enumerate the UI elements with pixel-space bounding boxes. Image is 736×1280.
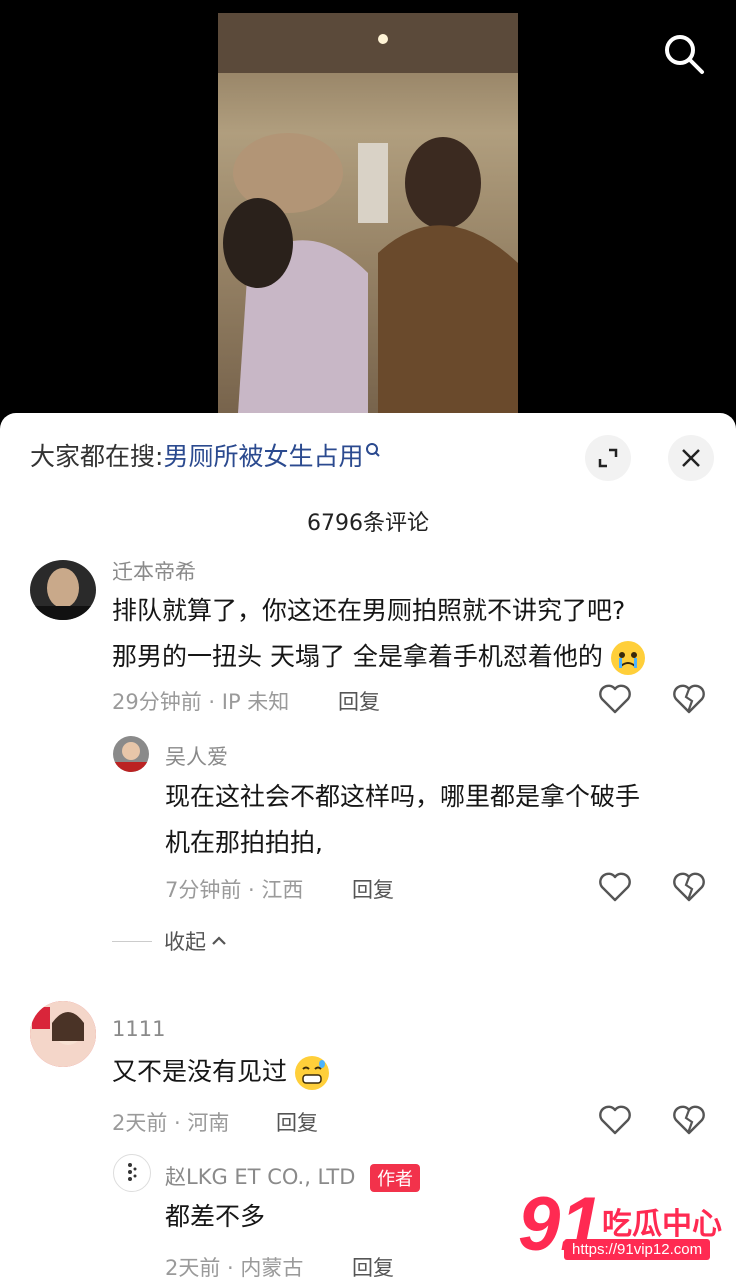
like-button[interactable] (598, 1103, 632, 1137)
close-icon (682, 449, 700, 467)
expand-icon (598, 448, 618, 468)
divider (112, 940, 152, 942)
comment-text-line-content: 那男的一扭头 天塌了 全是拿着手机怼着他的 (112, 642, 603, 671)
search-small-icon (366, 443, 381, 457)
chevron-up-icon (212, 936, 226, 945)
broken-heart-icon (673, 684, 705, 714)
video-thumbnail (218, 13, 518, 413)
expand-button[interactable] (585, 435, 631, 481)
search-icon (665, 35, 704, 74)
broken-heart-icon (673, 872, 705, 902)
broken-heart-icon (673, 1105, 705, 1135)
sweat-smile-emoji-icon (294, 1056, 329, 1090)
reply-meta: 7分钟前 · 江西 (165, 878, 304, 902)
comment-meta: 2天前 · 河南 (112, 1111, 230, 1135)
collapse-label: 收起 (164, 930, 206, 954)
like-button[interactable] (598, 682, 632, 716)
close-button[interactable] (668, 435, 714, 481)
reply-username[interactable]: 吴人爱 (165, 741, 228, 771)
reply-username: 赵LKG ET CO., LTD 作者 (165, 1161, 421, 1192)
comment-text-line: 排队就算了，你这还在男厕拍照就不讲究了吧? (112, 596, 626, 625)
reply-username-text[interactable]: 赵LKG ET CO., LTD (165, 1165, 355, 1189)
reply-button[interactable]: 回复 (338, 686, 380, 716)
comment-text: 又不是没有见过 (112, 1049, 329, 1095)
comment-username[interactable]: 1111 (112, 1017, 165, 1041)
reply-text: 都差不多 (165, 1202, 266, 1231)
avatar[interactable] (30, 1001, 96, 1067)
reply-button[interactable]: 回复 (352, 874, 394, 904)
avatar[interactable] (30, 560, 96, 620)
search-suggestion-prefix: 大家都在搜: (30, 442, 164, 471)
comment-text-line: 又不是没有见过 (112, 1057, 288, 1086)
dislike-button[interactable] (672, 1103, 706, 1137)
collapse-replies-button[interactable]: 收起 (112, 926, 228, 956)
watermark-logo: 91 吃瓜中心 https://91vip12.com (518, 1185, 728, 1265)
heart-icon (599, 1105, 631, 1135)
reply-meta: 2天前 · 内蒙古 (165, 1256, 304, 1280)
search-suggestion[interactable]: 大家都在搜: 男厕所被女生占用 (30, 437, 381, 473)
watermark-text: 吃瓜中心 (602, 1207, 722, 1242)
avatar[interactable] (113, 1154, 151, 1192)
comment-text-line: 那男的一扭头 天塌了 全是拿着手机怼着他的 (112, 634, 645, 680)
comment-meta: 29分钟前 · IP 未知 (112, 690, 290, 714)
dislike-button[interactable] (672, 870, 706, 904)
author-badge: 作者 (370, 1164, 421, 1192)
dislike-button[interactable] (672, 682, 706, 716)
heart-icon (599, 872, 631, 902)
heart-icon (599, 684, 631, 714)
like-button[interactable] (598, 870, 632, 904)
watermark-url: https://91vip12.com (564, 1239, 711, 1260)
search-button[interactable] (660, 30, 708, 78)
reply-text-line: 机在那拍拍拍, (165, 828, 323, 857)
avatar[interactable] (113, 736, 149, 772)
comment-text: 排队就算了，你这还在男厕拍照就不讲究了吧? 那男的一扭头 天塌了 全是拿着手机怼… (112, 588, 645, 680)
crying-emoji-icon (610, 641, 645, 675)
reply-button[interactable]: 回复 (276, 1107, 318, 1137)
reply-text-line: 现在这社会不都这样吗，哪里都是拿个破手 (165, 782, 641, 811)
reply-button[interactable]: 回复 (352, 1252, 394, 1280)
video-area[interactable] (0, 0, 736, 430)
comment-count: 6796条评论 (307, 511, 429, 536)
comment-username[interactable]: 迁本帝希 (112, 556, 196, 586)
comments-sheet: 大家都在搜: 男厕所被女生占用 6796条评论 迁本帝希 排队就算了，你这还在男… (0, 413, 736, 1280)
search-suggestion-keyword[interactable]: 男厕所被女生占用 (163, 437, 363, 473)
reply-text: 现在这社会不都这样吗，哪里都是拿个破手 机在那拍拍拍, (165, 774, 640, 866)
video-player[interactable] (218, 13, 518, 413)
